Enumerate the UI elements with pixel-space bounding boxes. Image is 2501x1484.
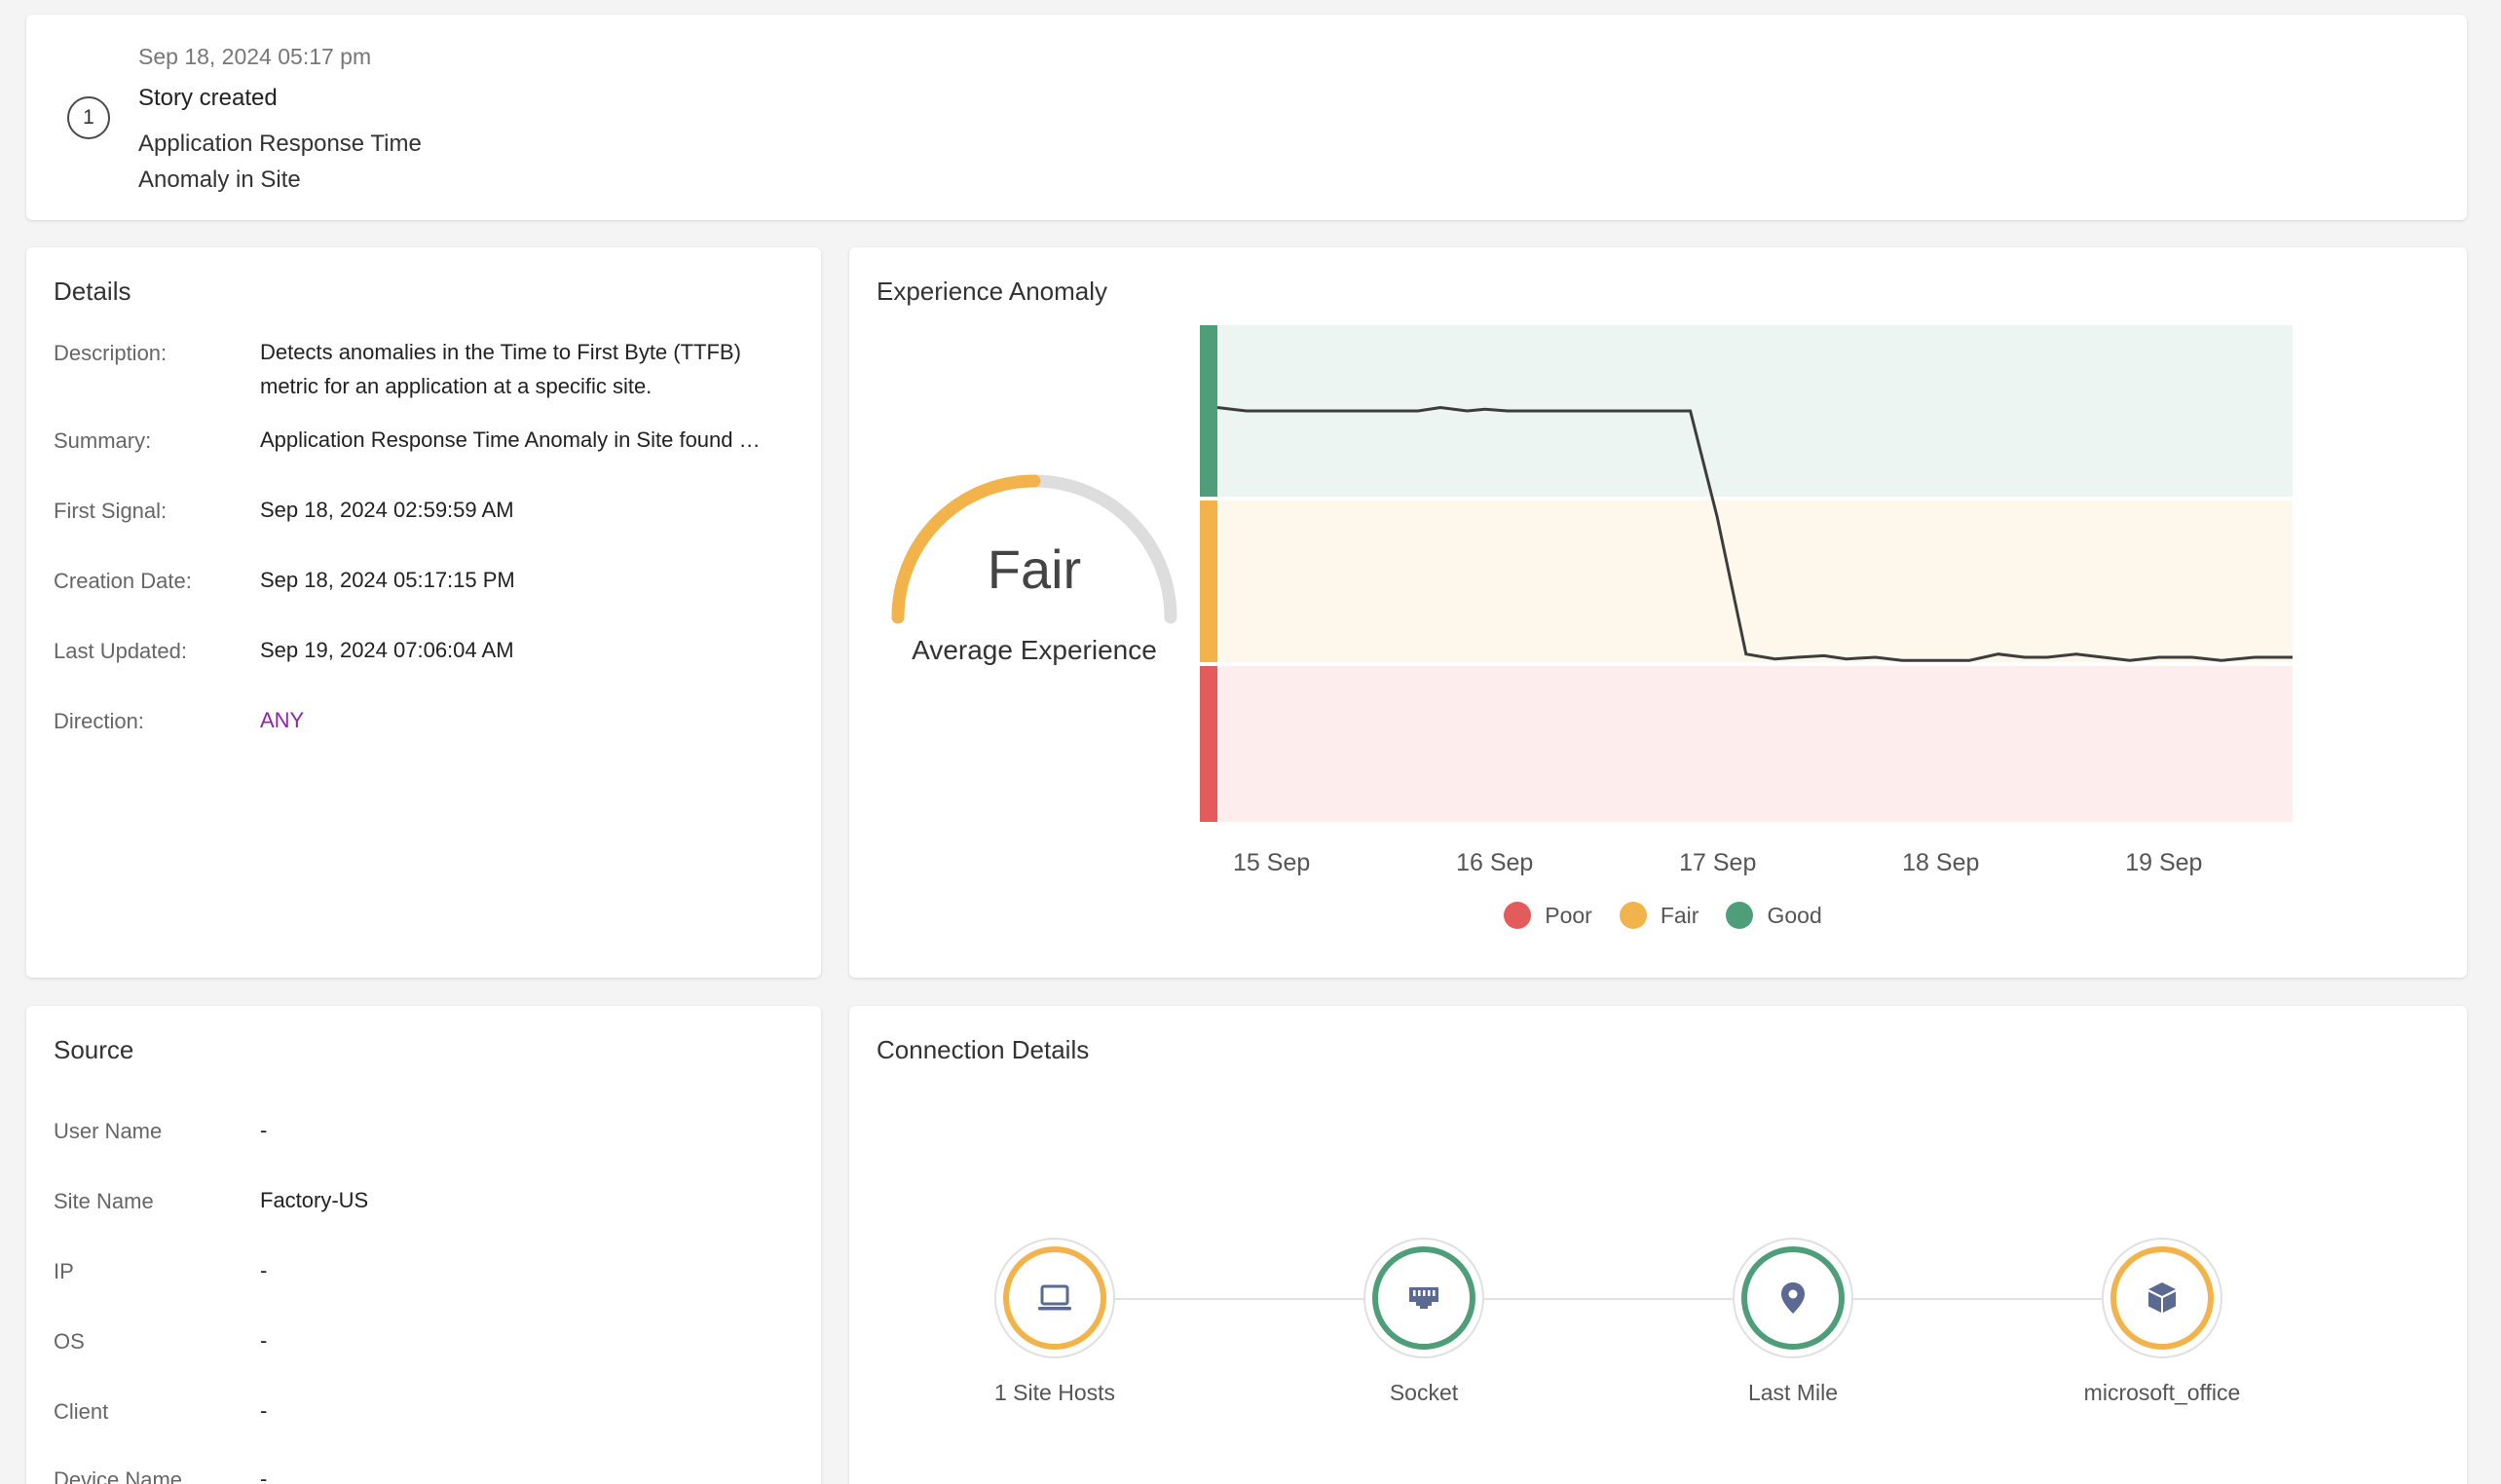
source-title: Source <box>54 1035 134 1064</box>
laptop-icon <box>1038 1284 1071 1311</box>
node-ring <box>1363 1238 1484 1358</box>
connection-node-last-mile[interactable]: Last Mile <box>1647 1238 1939 1406</box>
gauge-caption: Average Experience <box>912 635 1157 665</box>
timeline-card: 1 Sep 18, 2024 05:17 pm Story created Ap… <box>26 15 2467 220</box>
connection-details-title: Connection Details <box>877 1035 1090 1064</box>
chart-legend: Poor Fair Good <box>849 902 2467 929</box>
site-name-value: Factory-US <box>260 1188 369 1212</box>
first-signal-label: First Signal: <box>54 499 168 523</box>
band-marker-poor <box>1200 666 1217 822</box>
experience-anomaly-title: Experience Anomaly <box>877 277 1108 306</box>
location-pin-icon <box>1781 1282 1805 1314</box>
timeline-subtitle: Application Response Time Anomaly in Sit… <box>138 130 422 193</box>
legend-label-good: Good <box>1767 902 1822 928</box>
ip-label: IP <box>54 1259 74 1283</box>
site-name-label: Site Name <box>54 1189 154 1213</box>
legend-dot-fair <box>1619 902 1647 929</box>
node-status-ring <box>1003 1246 1106 1350</box>
connection-details-card: Connection Details 1 Site Hosts Socket L… <box>849 1006 2467 1484</box>
direction-value: ANY <box>260 708 305 732</box>
last-updated-value: Sep 19, 2024 07:06:04 AM <box>260 638 514 662</box>
x-tick-label: 18 Sep <box>1902 849 1979 876</box>
client-value: - <box>260 1398 268 1423</box>
node-ring <box>1733 1238 1853 1358</box>
node-status-ring <box>1372 1246 1475 1350</box>
ip-value: - <box>260 1258 268 1282</box>
node-ring <box>2102 1238 2222 1358</box>
os-label: OS <box>54 1329 85 1354</box>
legend-item-good[interactable]: Good <box>1726 902 1822 929</box>
connection-node-socket[interactable]: Socket <box>1278 1238 1570 1406</box>
node-label: microsoft_office <box>2083 1380 2241 1405</box>
os-value: - <box>260 1328 268 1353</box>
summary-value[interactable]: Application Response Time Anomaly in Sit… <box>260 423 761 457</box>
node-label: Last Mile <box>1747 1380 1839 1405</box>
ethernet-port-icon <box>1409 1287 1438 1309</box>
x-tick-label: 16 Sep <box>1456 849 1533 876</box>
x-tick-label: 19 Sep <box>2125 849 2202 876</box>
client-label: Client <box>54 1399 109 1424</box>
timeline-step-number: 1 <box>83 106 94 129</box>
band-poor <box>1217 666 2293 822</box>
node-status-ring <box>2110 1246 2214 1350</box>
experience-line-chart: 15 Sep 16 Sep 17 Sep 18 Sep 19 Sep <box>1200 325 2293 876</box>
legend-dot-poor <box>1504 902 1532 929</box>
user-name-label: User Name <box>54 1119 163 1143</box>
node-ring <box>994 1238 1115 1358</box>
node-status-ring <box>1741 1246 1845 1350</box>
experience-anomaly-card: Experience Anomaly Fair Average Experien… <box>849 247 2467 978</box>
summary-label: Summary: <box>54 428 152 453</box>
legend-item-fair[interactable]: Fair <box>1619 902 1699 929</box>
cube-icon <box>2148 1282 2176 1313</box>
x-tick-label: 17 Sep <box>1679 849 1756 876</box>
device-name-label: Device Name <box>54 1467 183 1484</box>
source-card: Source User Name - Site Name Factory-US … <box>26 1006 821 1484</box>
connection-node-site-hosts[interactable]: 1 Site Hosts <box>909 1238 1201 1406</box>
node-label: Socket <box>1389 1380 1459 1405</box>
legend-label-poor: Poor <box>1545 902 1592 928</box>
timeline-date: Sep 18, 2024 05:17 pm <box>138 44 372 69</box>
legend-dot-good <box>1726 902 1754 929</box>
band-fair <box>1217 501 2293 662</box>
connection-node-microsoft-office[interactable]: microsoft_office <box>2016 1238 2308 1406</box>
first-signal-value: Sep 18, 2024 02:59:59 AM <box>260 498 514 522</box>
timeline-title: Story created <box>138 85 278 111</box>
band-marker-good <box>1200 325 1217 497</box>
legend-item-poor[interactable]: Poor <box>1504 902 1592 929</box>
creation-date-label: Creation Date: <box>54 569 192 593</box>
description-label: Description: <box>54 341 168 365</box>
timeline-step-marker: 1 <box>67 96 110 139</box>
description-value: Detects anomalies in the Time to First B… <box>260 340 741 398</box>
legend-label-fair: Fair <box>1660 902 1699 928</box>
node-label: 1 Site Hosts <box>994 1380 1115 1405</box>
creation-date-value: Sep 18, 2024 05:17:15 PM <box>260 568 515 592</box>
details-card: Details Description: Detects anomalies i… <box>26 247 821 978</box>
direction-label: Direction: <box>54 709 144 733</box>
last-updated-label: Last Updated: <box>54 639 187 663</box>
details-title: Details <box>54 277 131 306</box>
user-name-value: - <box>260 1118 268 1142</box>
gauge-value: Fair <box>987 538 1082 600</box>
x-tick-label: 15 Sep <box>1233 849 1310 876</box>
device-name-value: - <box>260 1466 268 1484</box>
band-marker-fair <box>1200 501 1217 662</box>
